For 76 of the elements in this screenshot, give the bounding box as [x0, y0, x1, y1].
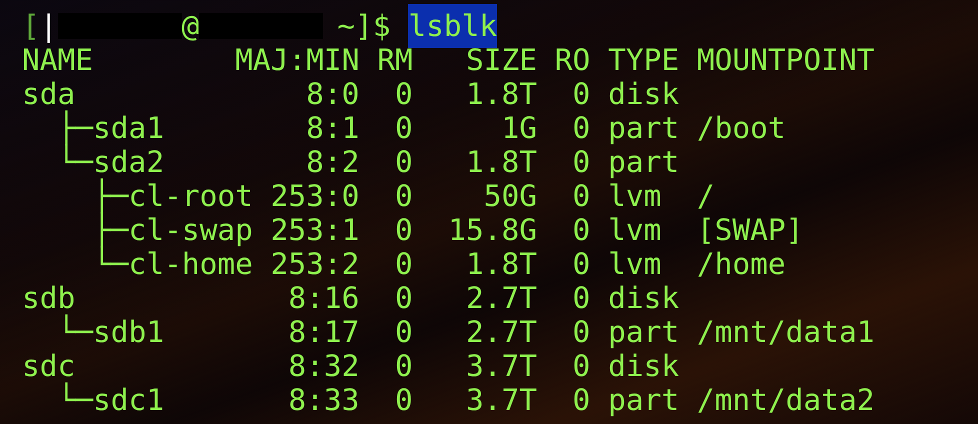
table-cell: 253:2: [270, 246, 360, 281]
column-header: TYPE: [608, 42, 680, 77]
table-cell: part: [608, 382, 680, 417]
table-cell: disk: [608, 280, 680, 315]
table-cell: 8:17: [288, 314, 360, 349]
table-cell: 0: [572, 178, 590, 213]
table-cell: 0: [572, 246, 590, 281]
prompt-bracket: [: [22, 8, 40, 45]
table-cell: 0: [394, 348, 413, 383]
table-cell: 0: [572, 314, 590, 349]
table-cell: 0: [572, 212, 590, 247]
table-cell: 0: [394, 144, 413, 179]
table-cell: 8:32: [288, 348, 360, 383]
mountpoint: /mnt/data2: [696, 382, 874, 417]
table-cell: disk: [608, 76, 680, 111]
device-name: sda: [22, 76, 76, 111]
table-cell: 1.8T: [466, 246, 538, 281]
mountpoint: /home: [696, 246, 786, 281]
table-cell: part: [608, 144, 680, 179]
device-name: └─sda2: [58, 144, 164, 179]
table-cell: 2.7T: [466, 314, 538, 349]
table-cell: 8:33: [288, 382, 360, 417]
table-cell: 253:1: [270, 212, 360, 247]
table-cell: lvm: [608, 212, 662, 247]
device-name: └─cl-home: [93, 246, 253, 281]
table-cell: 8:16: [288, 280, 360, 315]
table-cell: lvm: [608, 178, 662, 213]
prompt-mark: |: [40, 8, 58, 45]
device-name: sdb: [22, 280, 76, 315]
table-cell: 0: [394, 76, 413, 111]
column-header: MOUNTPOINT: [696, 42, 874, 77]
table-cell: 0: [394, 314, 413, 349]
table-cell: 0: [572, 348, 590, 383]
table-cell: 8:2: [306, 144, 360, 179]
table-cell: 0: [394, 280, 413, 315]
prompt-suffix: ~]$: [337, 8, 391, 45]
device-name: ├─sda1: [58, 110, 164, 145]
table-cell: 15.8G: [448, 212, 538, 247]
table-cell: part: [608, 110, 680, 145]
table-cell: 0: [572, 144, 590, 179]
table-cell: 0: [572, 382, 590, 417]
table-cell: 0: [394, 246, 413, 281]
table-cell: 2.7T: [466, 280, 538, 315]
device-name: ├─cl-root: [93, 178, 253, 213]
table-cell: 50G: [484, 178, 538, 213]
mountpoint: /: [696, 178, 715, 213]
table-cell: lvm: [608, 246, 662, 281]
table-cell: 3.7T: [466, 382, 538, 417]
column-header: MAJ:MIN: [235, 42, 360, 77]
prompt-at: @: [182, 8, 200, 45]
column-header: NAME: [22, 42, 94, 77]
table-cell: disk: [608, 348, 680, 383]
device-name: └─sdc1: [58, 382, 164, 417]
table-cell: 0: [572, 76, 590, 111]
mountpoint: [SWAP]: [696, 212, 804, 247]
table-cell: 3.7T: [466, 348, 538, 383]
table-cell: 0: [572, 110, 590, 145]
table-cell: 1.8T: [466, 76, 538, 111]
table-cell: 253:0: [270, 178, 360, 213]
table-cell: 0: [394, 382, 413, 417]
table-cell: 0: [572, 280, 590, 315]
table-cell: 1.8T: [466, 144, 538, 179]
mountpoint: /mnt/data1: [696, 314, 874, 349]
table-cell: 0: [394, 212, 413, 247]
table-cell: 8:0: [306, 76, 360, 111]
table-cell: 1G: [502, 110, 538, 145]
table-cell: 0: [394, 178, 413, 213]
table-cell: part: [608, 314, 680, 349]
column-header: RO: [554, 42, 590, 77]
table-cell: 8:1: [306, 110, 360, 145]
table-cell: 0: [394, 110, 413, 145]
command-text: lsblk: [408, 4, 498, 48]
device-name: ├─cl-swap: [93, 212, 253, 247]
device-name: sdc: [22, 348, 76, 383]
device-name: └─sdb1: [58, 314, 164, 349]
mountpoint: /boot: [696, 110, 786, 145]
